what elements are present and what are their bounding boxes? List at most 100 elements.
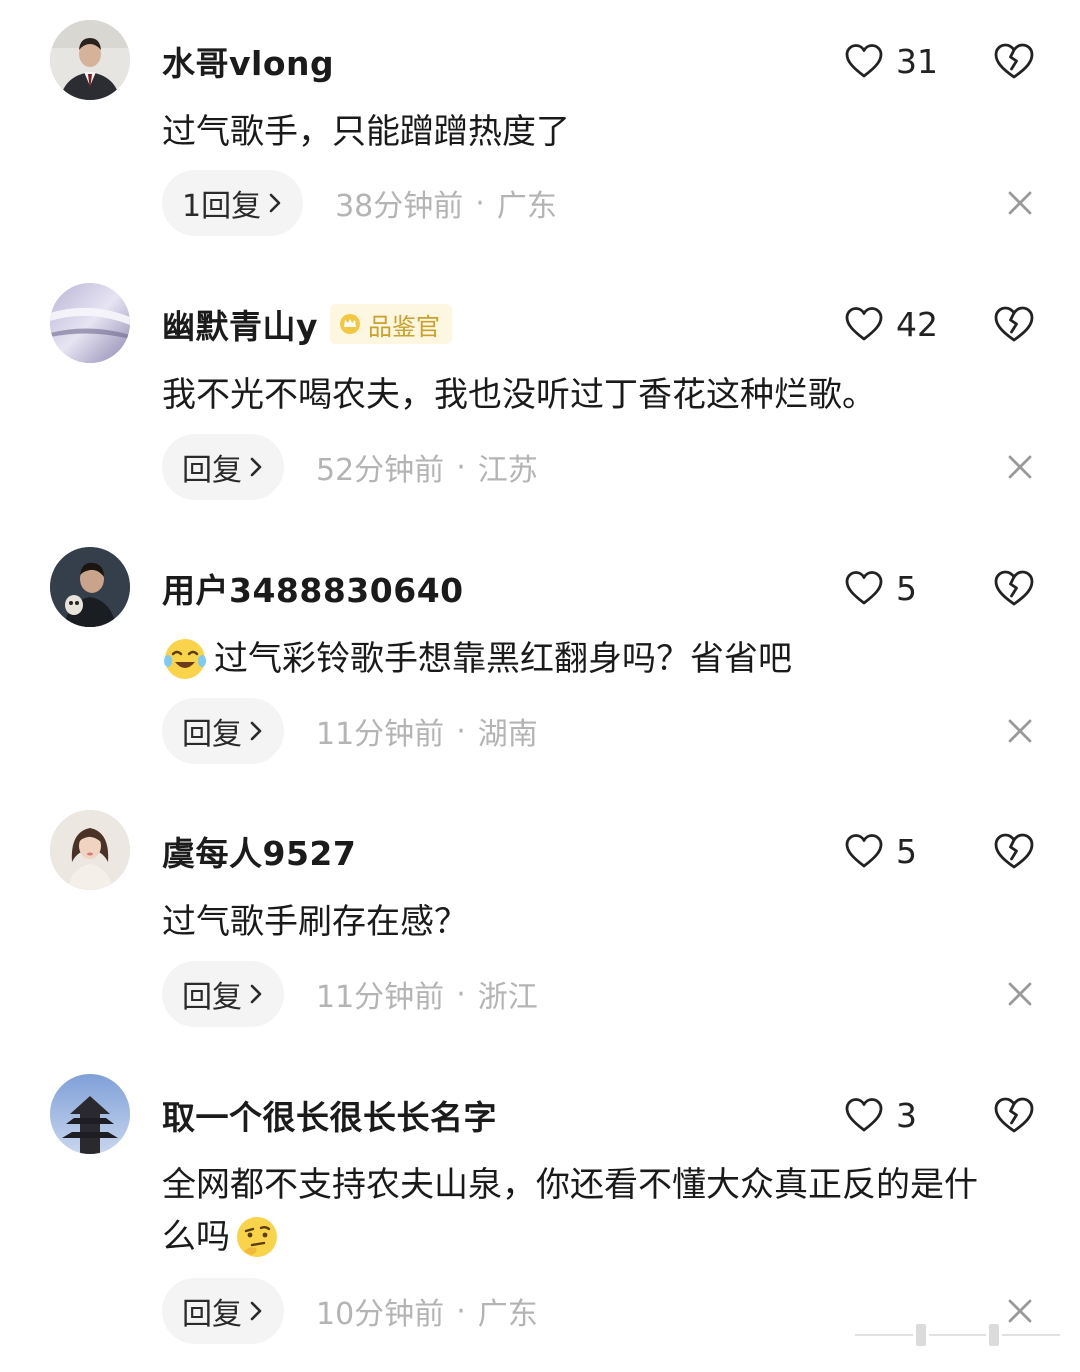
watermark	[855, 1322, 1061, 1348]
name-row: 水哥vlong	[162, 38, 334, 84]
comment-body: 过气彩铃歌手想靠黑红翻身吗？省省吧	[214, 639, 792, 679]
broken-heart-icon	[994, 1097, 1034, 1133]
comment-body-line-2-row: 么吗	[162, 1211, 1032, 1263]
badge-label: 品鉴官	[368, 312, 441, 341]
crying-laughing-emoji-icon	[164, 639, 206, 679]
watermark-line	[1002, 1334, 1061, 1336]
reply-button[interactable]: 回复	[162, 1278, 284, 1344]
username[interactable]: 水哥vlong	[162, 37, 334, 85]
heart-outline-icon	[845, 307, 883, 341]
name-row: 用户3488830640	[162, 565, 464, 611]
meta-row: 回复 52分钟前 · 江苏	[162, 434, 538, 500]
chevron-right-icon	[250, 457, 262, 477]
close-button[interactable]	[1004, 978, 1036, 1010]
thinking-face-emoji-icon	[237, 1217, 277, 1257]
like-button[interactable]: 31	[844, 38, 938, 84]
chevron-right-icon	[250, 721, 262, 741]
avatar-abstract-image	[50, 283, 130, 363]
chevron-right-icon	[250, 1301, 262, 1321]
heart-outline-icon	[845, 1098, 883, 1132]
heart-outline-icon	[845, 44, 883, 78]
like-button[interactable]: 5	[844, 828, 917, 874]
close-button[interactable]	[1004, 187, 1036, 219]
broken-heart-icon	[994, 833, 1034, 869]
avatar-pagoda-sky-image	[50, 1074, 130, 1154]
comment-text: 过气歌手刷存在感？	[162, 895, 1032, 949]
name-row: 幽默青山y 品鉴官	[162, 300, 453, 348]
username[interactable]: 取一个很长很长长名字	[162, 1091, 497, 1139]
close-x-icon	[1008, 455, 1032, 479]
like-count: 42	[896, 304, 938, 344]
dislike-button[interactable]	[992, 566, 1036, 610]
reply-button[interactable]: 回复	[162, 698, 284, 764]
chevron-right-icon	[269, 193, 281, 213]
location: 浙江	[477, 980, 538, 1015]
broken-heart-icon	[994, 43, 1034, 79]
like-count: 5	[896, 568, 917, 608]
meta-row: 回复 11分钟前 · 浙江	[162, 961, 538, 1027]
watermark-line	[928, 1334, 987, 1336]
timestamp: 11分钟前	[316, 717, 445, 752]
like-button[interactable]: 3	[844, 1092, 917, 1138]
comment-body-line-1: 全网都不支持农夫山泉，你还看不懂大众真正反的是什	[162, 1165, 978, 1205]
timestamp: 52分钟前	[316, 453, 445, 488]
meta-row: 回复 11分钟前 · 湖南	[162, 698, 538, 764]
comment-body: 过气歌手，只能蹭蹭热度了	[162, 112, 570, 152]
separator: ·	[456, 713, 466, 749]
comment-body: 过气歌手刷存在感？	[162, 902, 468, 942]
location: 江苏	[477, 453, 538, 488]
watermark-mark	[989, 1324, 1000, 1346]
dislike-button[interactable]	[992, 1093, 1036, 1137]
timestamp: 11分钟前	[316, 980, 445, 1015]
meta-row: 1回复 38分钟前 · 广东	[162, 170, 557, 236]
comment-text: 过气彩铃歌手想靠黑红翻身吗？省省吧	[162, 632, 1032, 686]
like-button[interactable]: 5	[844, 565, 917, 611]
username[interactable]: 虞每人9527	[162, 827, 356, 875]
username[interactable]: 用户3488830640	[162, 564, 464, 612]
close-button[interactable]	[1004, 715, 1036, 747]
reply-label: 回复	[182, 717, 242, 752]
reply-button[interactable]: 回复	[162, 961, 284, 1027]
heart-outline-icon	[845, 834, 883, 868]
avatar-man-suit-image	[50, 20, 130, 100]
badge[interactable]: 品鉴官	[330, 304, 453, 344]
like-button[interactable]: 42	[844, 301, 938, 347]
dislike-button[interactable]	[992, 302, 1036, 346]
broken-heart-icon	[994, 570, 1034, 606]
avatar[interactable]	[50, 283, 130, 363]
separator: ·	[456, 449, 466, 485]
heart-outline-icon	[845, 571, 883, 605]
timestamp: 38分钟前	[335, 189, 464, 224]
dislike-button[interactable]	[992, 39, 1036, 83]
close-x-icon	[1008, 719, 1032, 743]
avatar-dark-portrait-image	[50, 547, 130, 627]
like-count: 31	[896, 41, 938, 81]
username[interactable]: 幽默青山y	[162, 300, 318, 348]
comment-text: 全网都不支持农夫山泉，你还看不懂大众真正反的是什 么吗	[162, 1159, 1032, 1263]
reply-button[interactable]: 1回复	[162, 170, 304, 236]
avatar-woman-portrait-image	[50, 810, 130, 890]
location: 湖南	[477, 717, 538, 752]
reply-button[interactable]: 回复	[162, 434, 284, 500]
avatar[interactable]	[50, 1074, 130, 1154]
chevron-right-icon	[250, 984, 262, 1004]
watermark-mark	[915, 1324, 926, 1346]
avatar[interactable]	[50, 810, 130, 890]
reply-label: 回复	[182, 980, 242, 1015]
name-row: 虞每人9527	[162, 828, 356, 874]
like-count: 3	[896, 1095, 917, 1135]
separator: ·	[456, 976, 466, 1012]
location: 广东	[477, 1297, 538, 1332]
broken-heart-icon	[994, 306, 1034, 342]
reply-label: 1回复	[182, 189, 262, 224]
close-x-icon	[1008, 191, 1032, 215]
comment-body: 我不光不喝农夫，我也没听过丁香花这种烂歌。	[162, 375, 876, 415]
avatar[interactable]	[50, 547, 130, 627]
comment-body-line-2: 么吗	[162, 1217, 230, 1257]
avatar[interactable]	[50, 20, 130, 100]
separator: ·	[456, 1293, 466, 1329]
dislike-button[interactable]	[992, 829, 1036, 873]
reply-label: 回复	[182, 453, 242, 488]
comment-text: 我不光不喝农夫，我也没听过丁香花这种烂歌。	[162, 368, 1032, 422]
close-button[interactable]	[1004, 451, 1036, 483]
